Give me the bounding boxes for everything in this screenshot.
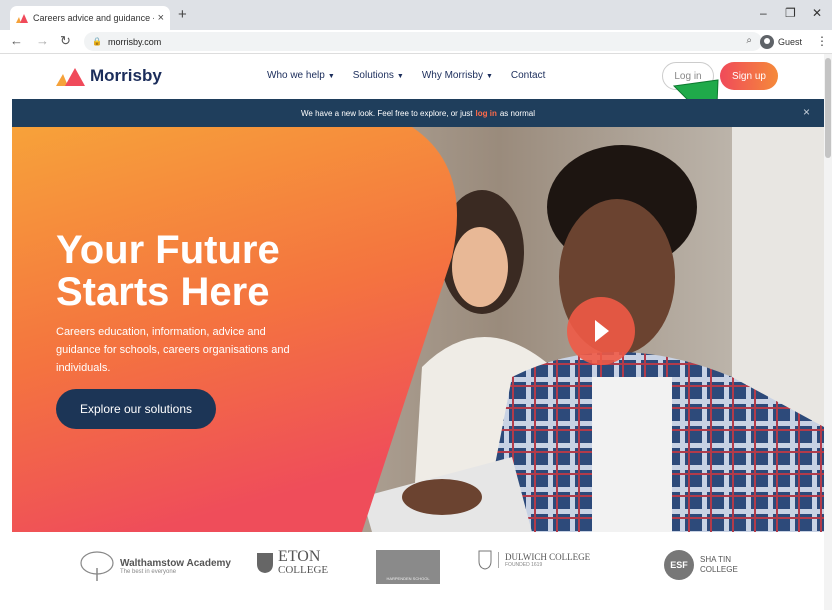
dulwich-college-logo: DULWICH COLLEGE FOUNDED 1619 (478, 550, 590, 570)
banner-close-icon[interactable]: × (803, 105, 810, 119)
nav-who-we-help[interactable]: Who we help ▼ (267, 70, 335, 81)
eton-college-logo: ETON COLLEGE (256, 549, 328, 576)
morrisby-favicon-icon (16, 14, 28, 23)
walthamstow-academy-logo: Walthamstow Academy The best in everyone (78, 550, 231, 582)
main-nav: Who we help ▼ Solutions ▼ Why Morrisby ▼ Co… (267, 70, 545, 81)
new-look-banner: We have a new look. Feel free to explore… (12, 99, 824, 127)
chevron-down-icon: ▼ (485, 73, 493, 80)
browser-tab[interactable]: Careers advice and guidance - M × (10, 6, 170, 30)
tab-close-icon[interactable]: × (158, 12, 164, 24)
banner-login-link[interactable]: log in (476, 109, 497, 118)
avatar-icon (760, 35, 774, 49)
profile-button[interactable]: Guest (760, 33, 802, 51)
crest-icon (257, 553, 273, 573)
play-video-button[interactable] (567, 297, 635, 365)
nav-solutions[interactable]: Solutions ▼ (353, 70, 404, 81)
page-scrollbar[interactable] (824, 54, 832, 610)
menu-kebab-icon[interactable]: ⋮ (816, 34, 828, 48)
forward-arrow-icon[interactable]: → (36, 33, 49, 48)
reload-icon[interactable]: ↻ (60, 33, 71, 49)
new-tab-button[interactable]: + (178, 6, 187, 23)
harpenden-school-logo: HARPENDEN SCHOOL (376, 550, 440, 584)
brand-name: Morrisby (90, 66, 162, 85)
crest-icon (478, 550, 492, 570)
restore-button[interactable]: ❐ (785, 6, 796, 20)
nav-why-morrisby[interactable]: Why Morrisby ▼ (422, 70, 493, 81)
explore-solutions-button[interactable]: Explore our solutions (56, 389, 216, 429)
browser-tab-strip: Careers advice and guidance - M × + – ❐ … (0, 0, 832, 30)
hero-subtitle: Careers education, information, advice a… (56, 326, 290, 374)
address-bar[interactable]: 🔒 morrisby.com ⌕ (84, 32, 762, 51)
minimize-button[interactable]: – (760, 6, 767, 20)
tree-icon (80, 551, 114, 581)
search-icon[interactable]: ⌕ (746, 35, 752, 46)
partner-logos: Walthamstow Academy The best in everyone… (12, 532, 824, 610)
window-close-button[interactable]: ✕ (812, 6, 822, 20)
profile-label: Guest (778, 37, 803, 47)
chevron-down-icon: ▼ (327, 73, 335, 80)
url-text: morrisby.com (107, 36, 162, 47)
morrisby-logo-icon (56, 68, 85, 86)
back-arrow-icon[interactable]: ← (10, 33, 23, 48)
banner-text-end: as normal (499, 108, 535, 118)
address-toolbar: ← → ↻ 🔒 morrisby.com ⌕ Guest ⋮ (0, 30, 832, 54)
lock-icon: 🔒 (92, 37, 102, 46)
tab-title: Careers advice and guidance - M (33, 13, 154, 23)
nav-contact[interactable]: Contact (511, 70, 545, 81)
hero-section: Your Future Starts Here Careers educatio… (12, 127, 824, 532)
sha-tin-college-logo: ESF SHA TIN COLLEGE (664, 550, 738, 580)
banner-text: We have a new look. Feel free to explore… (301, 108, 473, 118)
hero-title: Your Future Starts Here (56, 228, 280, 314)
chevron-down-icon: ▼ (396, 73, 404, 80)
morrisby-logo[interactable]: Morrisby (56, 66, 162, 86)
scrollbar-thumb[interactable] (825, 58, 831, 158)
